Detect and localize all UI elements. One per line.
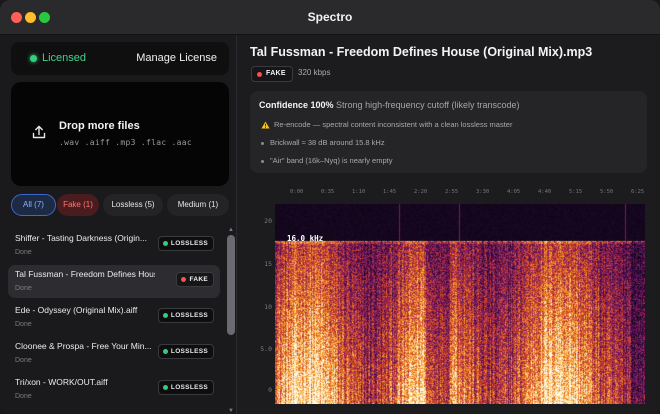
detail-panel: Tal Fussman - Freedom Defines House (Ori… — [237, 35, 660, 414]
time-tick: 2:20 — [414, 189, 428, 195]
frequency-axis: 20 15 10 5.0 0 — [250, 199, 272, 404]
spectrogram: 0:00 0:35 1:10 1:45 2:20 2:55 3:30 4:05 4:40 5:15… — [250, 185, 647, 407]
file-title: Tal Fussman - Freedom Defines House (Ori… — [250, 45, 593, 59]
time-axis: 0:00 0:35 1:10 1:45 2:20 2:55 3:30 4:05 4:40 5:15… — [290, 189, 645, 199]
lossless-badge: LOSSLESS — [157, 380, 214, 395]
app-window: Spectro Licensed Manage License Drop mor… — [0, 0, 660, 414]
file-list-scrollbar[interactable]: ▲ ▼ — [226, 227, 236, 414]
bullet-icon — [261, 159, 264, 163]
sidebar: Licensed Manage License Drop more files … — [0, 35, 237, 414]
frequency-tick: 5.0 — [260, 345, 272, 353]
license-card: Licensed Manage License — [11, 42, 229, 75]
license-status: Licensed — [42, 52, 87, 64]
file-name: Tal Fussman - Freedom Defines Hous... — [15, 269, 155, 279]
time-tick: 3:30 — [476, 189, 490, 195]
file-status: Done — [15, 285, 32, 292]
scroll-up-icon[interactable]: ▲ — [227, 227, 235, 233]
frequency-tick: 15 — [264, 260, 272, 268]
status-dot-icon — [181, 277, 187, 282]
spectrogram-canvas — [275, 204, 645, 404]
time-tick: 2:55 — [445, 189, 459, 195]
scroll-thumb[interactable] — [227, 235, 235, 335]
spectrogram-plot[interactable]: 16.0 kHz — [275, 204, 645, 404]
status-dot-icon — [162, 385, 168, 390]
filter-medium[interactable]: Medium (1) — [167, 194, 229, 216]
time-tick: 5:50 — [600, 189, 614, 195]
time-tick: 6:25 — [631, 189, 645, 195]
frequency-tick: 0 — [268, 386, 272, 394]
frequency-tick: 20 — [264, 217, 272, 225]
file-status: Done — [15, 249, 32, 256]
finding-item: "Air" band (16k–Nyq) is nearly empty — [261, 156, 392, 165]
file-status: Done — [15, 393, 32, 400]
time-tick: 0:35 — [321, 189, 335, 195]
list-item[interactable]: Tri/xon - WORK/OUT.aiff Done LOSSLESS — [8, 373, 220, 406]
time-tick: 1:10 — [352, 189, 366, 195]
lossless-badge: LOSSLESS — [157, 308, 214, 323]
frequency-tick: 10 — [264, 303, 272, 311]
license-status-dot — [30, 55, 37, 62]
time-tick: 4:05 — [507, 189, 521, 195]
file-status: Done — [15, 321, 32, 328]
status-dot-icon — [162, 349, 168, 354]
lossless-badge: LOSSLESS — [157, 344, 214, 359]
finding-item: Re-encode — spectral content inconsisten… — [261, 120, 512, 129]
bitrate: 320 kbps — [298, 68, 331, 77]
analysis-card: Confidence 100% Strong high-frequency cu… — [250, 91, 647, 173]
list-item[interactable]: Ede - Odyssey (Original Mix).aiff Done L… — [8, 301, 220, 334]
time-tick: 4:40 — [538, 189, 552, 195]
status-dot-icon — [162, 313, 168, 318]
list-item[interactable]: Cloonee & Prospa - Free Your Min... Done… — [8, 337, 220, 370]
title-bar: Spectro — [0, 0, 660, 35]
confidence-label: Confidence 100% — [259, 100, 334, 110]
file-name: Tri/xon - WORK/OUT.aiff — [15, 377, 108, 387]
filter-fake[interactable]: Fake (1) — [57, 194, 99, 216]
window-title: Spectro — [307, 10, 353, 24]
bullet-icon — [261, 141, 264, 145]
supported-extensions: .wav .aiff .mp3 .flac .aac — [59, 138, 193, 147]
file-drop-zone[interactable]: Drop more files .wav .aiff .mp3 .flac .a… — [11, 82, 229, 186]
lossless-badge: LOSSLESS — [157, 236, 214, 251]
time-tick: 5:15 — [569, 189, 583, 195]
confidence-line: Confidence 100% Strong high-frequency cu… — [259, 100, 519, 110]
list-item[interactable]: Shiffer - Tasting Darkness (Origin... Do… — [8, 229, 220, 262]
warning-icon — [261, 121, 270, 129]
file-name: Ede - Odyssey (Original Mix).aiff — [15, 305, 138, 315]
file-name: Cloonee & Prospa - Free Your Min... — [15, 341, 152, 351]
file-status: Done — [15, 357, 32, 364]
drop-zone-title: Drop more files — [59, 120, 140, 132]
filter-lossless[interactable]: Lossless (5) — [103, 194, 163, 216]
time-tick: 0:00 — [290, 189, 304, 195]
scroll-down-icon[interactable]: ▼ — [227, 408, 235, 414]
cutoff-label: 16.0 kHz — [287, 234, 324, 243]
file-name: Shiffer - Tasting Darkness (Origin... — [15, 233, 147, 243]
confidence-description: Strong high-frequency cutoff (likely tra… — [336, 100, 520, 110]
file-list: Shiffer - Tasting Darkness (Origin... Do… — [0, 225, 236, 414]
verdict-badge: FAKE — [251, 66, 293, 82]
finding-item: Brickwall ≈ 38 dB around 15.8 kHz — [261, 138, 385, 147]
time-tick: 1:45 — [383, 189, 397, 195]
status-dot-icon — [162, 241, 168, 246]
manage-license-button[interactable]: Manage License — [136, 52, 217, 64]
filter-all[interactable]: All (7) — [11, 194, 56, 216]
status-dot-icon — [257, 71, 262, 77]
upload-icon — [32, 125, 46, 139]
fake-badge: FAKE — [176, 272, 214, 287]
filter-chips: All (7) Fake (1) Lossless (5) Medium (1) — [11, 194, 236, 218]
list-item-selected[interactable]: Tal Fussman - Freedom Defines Hous... Do… — [8, 265, 220, 298]
